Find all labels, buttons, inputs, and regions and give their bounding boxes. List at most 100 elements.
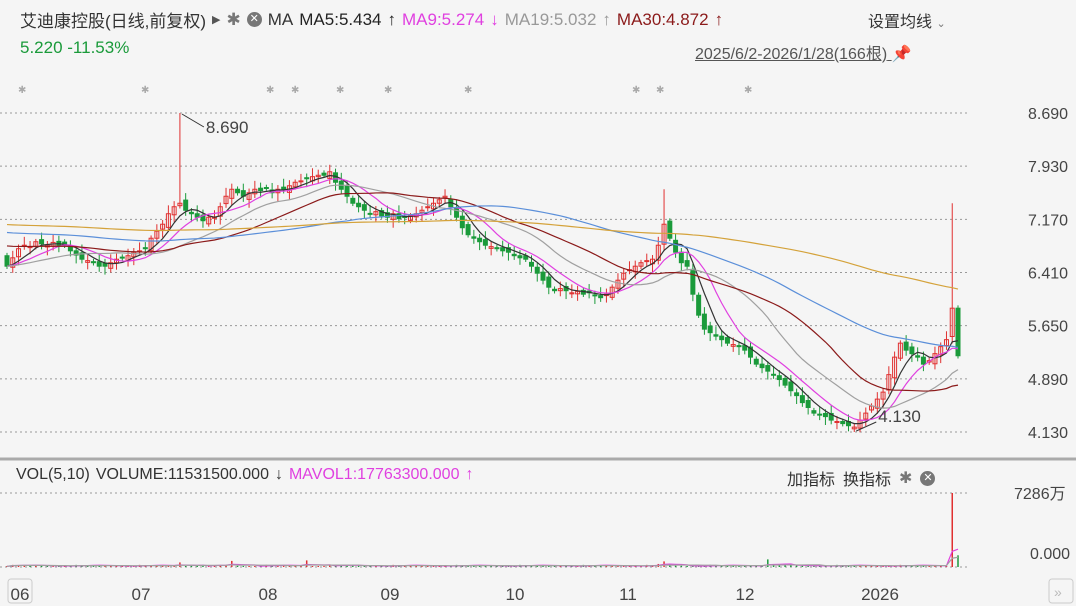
event-marker-icon: ✱ — [384, 85, 392, 96]
candle-body — [765, 365, 771, 372]
candle-body — [707, 325, 713, 334]
candle-body — [713, 334, 719, 337]
candle-body — [817, 413, 823, 416]
candle-body — [528, 261, 534, 267]
candle-body — [673, 239, 679, 253]
candle-body — [592, 294, 598, 297]
ma60-line — [6, 205, 959, 349]
candle-body — [678, 251, 684, 264]
candle-body — [719, 335, 725, 341]
candle-body — [494, 247, 500, 250]
candle-body — [724, 337, 730, 344]
candle-body — [540, 271, 546, 281]
candle-body — [344, 185, 350, 197]
candle-body — [425, 206, 431, 209]
event-marker-icon: ✱ — [656, 85, 664, 96]
candle-body — [183, 199, 189, 211]
candle-body — [263, 187, 269, 190]
candle-body — [690, 268, 696, 295]
candle-body — [235, 188, 241, 194]
candle-body — [696, 294, 702, 316]
candle-body — [811, 410, 817, 414]
candle-body — [454, 207, 460, 218]
month-label: 07 — [132, 585, 151, 604]
candle-body — [684, 260, 690, 267]
candle-body — [356, 202, 362, 208]
candle-body — [644, 260, 650, 263]
price-tick-label: 7.170 — [1028, 212, 1068, 229]
month-label: 2026 — [861, 585, 899, 604]
candle-body — [822, 412, 828, 418]
event-marker-icon: ✱ — [336, 85, 344, 96]
candle-body — [188, 211, 194, 215]
candle-body — [321, 172, 327, 176]
candle-body — [834, 421, 840, 424]
event-marker-icon: ✱ — [141, 85, 149, 96]
candle-body — [794, 392, 800, 397]
month-label: 09 — [381, 585, 400, 604]
candle-body — [500, 247, 506, 252]
annotation-arrow — [181, 113, 205, 128]
event-marker-icon: ✱ — [632, 85, 640, 96]
candle-body — [534, 266, 540, 274]
candle-body — [788, 381, 794, 392]
price-tick-label: 4.890 — [1028, 372, 1068, 389]
price-tick-label: 7.930 — [1028, 159, 1068, 176]
candle-body — [782, 377, 788, 386]
month-label: 10 — [506, 585, 525, 604]
candle-body — [598, 295, 604, 299]
candle-body — [142, 247, 148, 250]
candle-body — [546, 276, 552, 288]
candle-body — [667, 220, 673, 239]
candle-body — [701, 313, 707, 330]
candle-body — [840, 421, 846, 425]
ma9-line — [6, 178, 959, 421]
candle-body — [482, 239, 488, 246]
event-marker-icon: ✱ — [18, 85, 26, 96]
chevron-right-icon: » — [1054, 584, 1062, 600]
candle-body — [298, 180, 304, 183]
candle-body — [920, 356, 926, 365]
month-label: 12 — [736, 585, 755, 604]
candle-body — [361, 204, 367, 211]
price-tick-label: 4.130 — [1028, 425, 1068, 442]
event-marker-icon: ✱ — [464, 85, 472, 96]
month-label: 08 — [259, 585, 278, 604]
candle-body — [915, 355, 921, 358]
candle-body — [96, 261, 102, 267]
candle-body — [471, 236, 477, 239]
volume-tick-label: 7286万 — [1014, 486, 1066, 503]
candlestick-chart[interactable]: 8.690 7.930 7.170 6.410 5.650 4.890 4.130 ✱ ✱ ✱ ✱ ✱… — [0, 0, 1076, 606]
candle-body — [304, 177, 310, 180]
price-tick-label: 8.690 — [1028, 106, 1068, 123]
candle-body — [39, 239, 45, 245]
event-marker-icon: ✱ — [744, 85, 752, 96]
candle-body — [4, 255, 10, 267]
x-axis-bar — [0, 574, 1076, 606]
month-label: 06 — [11, 585, 30, 604]
candle-body — [477, 237, 483, 243]
candle-body — [367, 212, 373, 215]
candle-body — [799, 395, 805, 404]
candle-body — [258, 187, 264, 192]
volume-tick-label: 0.000 — [1030, 546, 1070, 563]
candle-body — [517, 255, 523, 259]
candle-body — [281, 186, 287, 190]
annotation-label: 4.130 — [878, 407, 921, 426]
month-label: 11 — [619, 585, 637, 604]
ma30-line — [6, 192, 959, 392]
ma19-line — [6, 184, 959, 409]
ma5-line — [6, 174, 959, 425]
candle-body — [753, 358, 759, 365]
mavol5-line — [6, 548, 959, 567]
event-marker-icon: ✱ — [266, 85, 274, 96]
candle-body — [759, 363, 765, 369]
candle-body — [465, 224, 471, 236]
candle-body — [90, 261, 96, 264]
candle-body — [805, 400, 811, 409]
price-tick-label: 6.410 — [1028, 266, 1068, 283]
candle-body — [119, 256, 125, 259]
candle-body — [350, 197, 356, 204]
candle-body — [511, 253, 517, 257]
event-marker-icon: ✱ — [291, 85, 299, 96]
